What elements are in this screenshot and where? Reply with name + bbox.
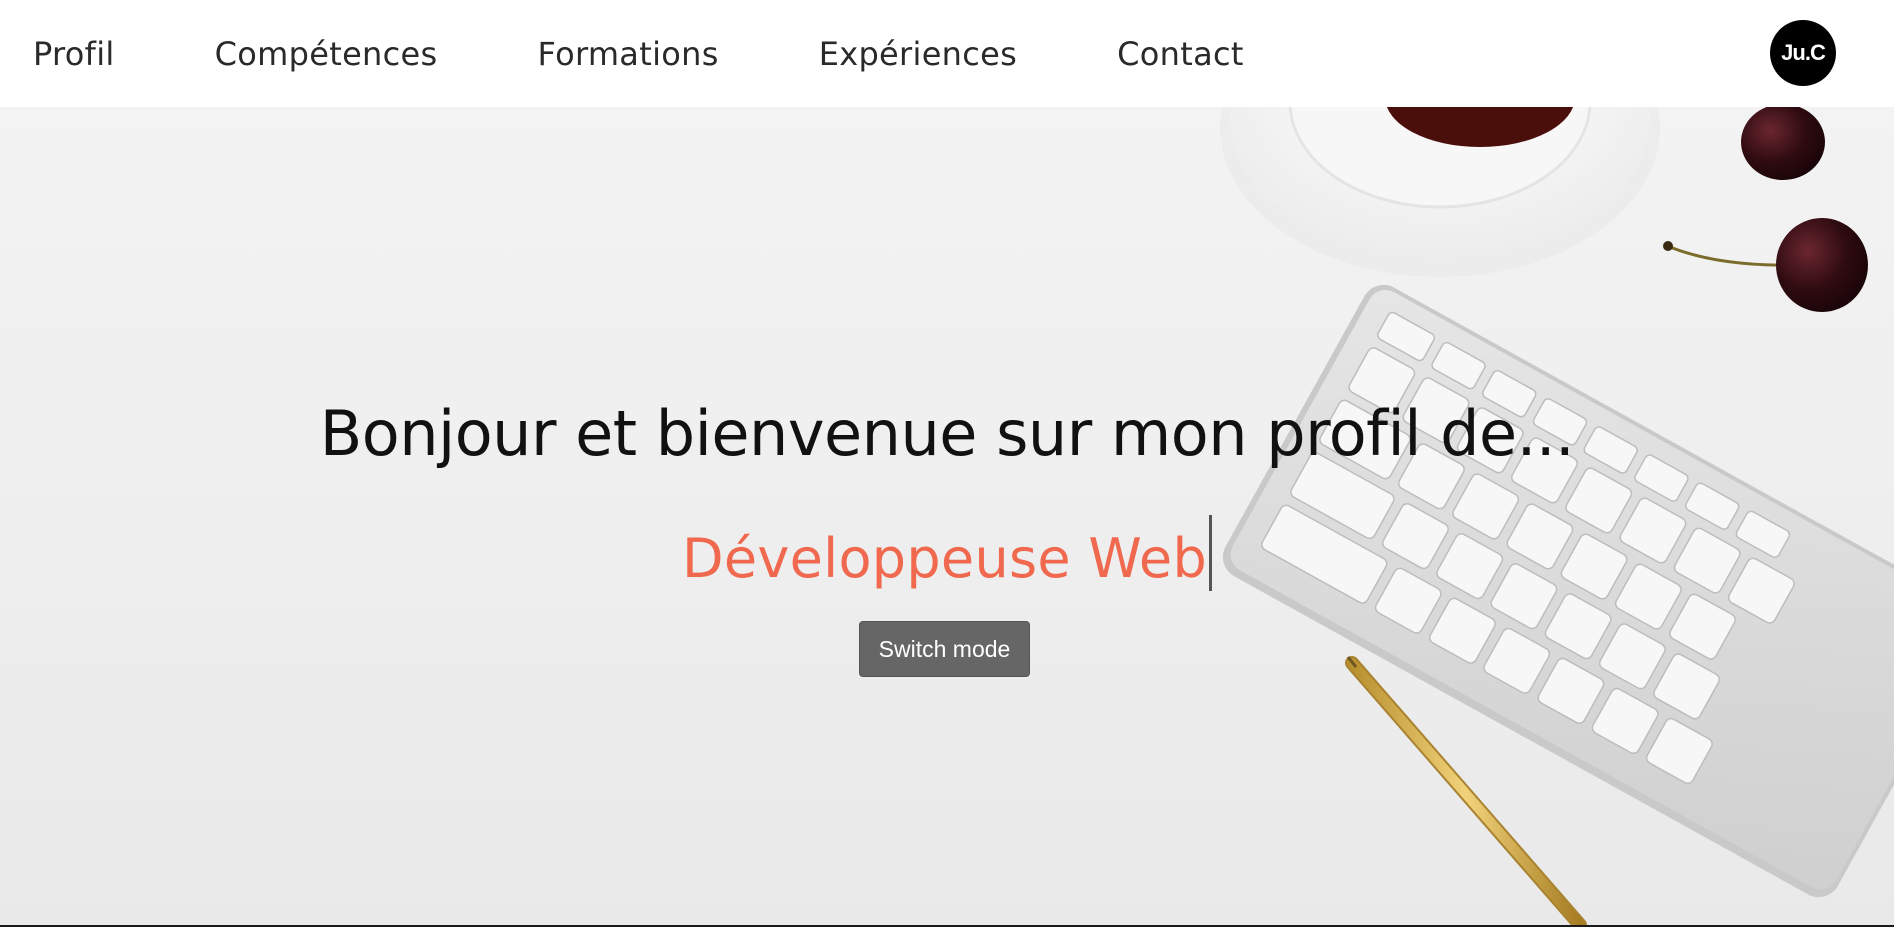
hero-subtitle-row: Développeuse Web [0,515,1894,591]
nav-link-contact[interactable]: Contact [1117,35,1244,73]
nav-link-profil[interactable]: Profil [33,35,115,73]
top-navbar: Profil Compétences Formations Expérience… [0,0,1894,107]
typing-cursor-icon [1209,515,1213,591]
nav-link-competences[interactable]: Compétences [215,35,438,73]
hero-title: Bonjour et bienvenue sur mon profil de..… [319,397,1575,470]
nav-link-formations[interactable]: Formations [538,35,719,73]
nav-links: Profil Compétences Formations Expérience… [0,0,1344,107]
nav-link-experiences[interactable]: Expériences [819,35,1017,73]
hero-subtitle: Développeuse Web [681,527,1208,590]
hero-section: Bonjour et bienvenue sur mon profil de..… [0,107,1894,925]
switch-mode-button[interactable]: Switch mode [859,621,1030,677]
logo-badge[interactable]: Ju.C [1770,20,1836,86]
coffee-cup-image [1220,107,1660,277]
cherries-image [1663,107,1868,312]
